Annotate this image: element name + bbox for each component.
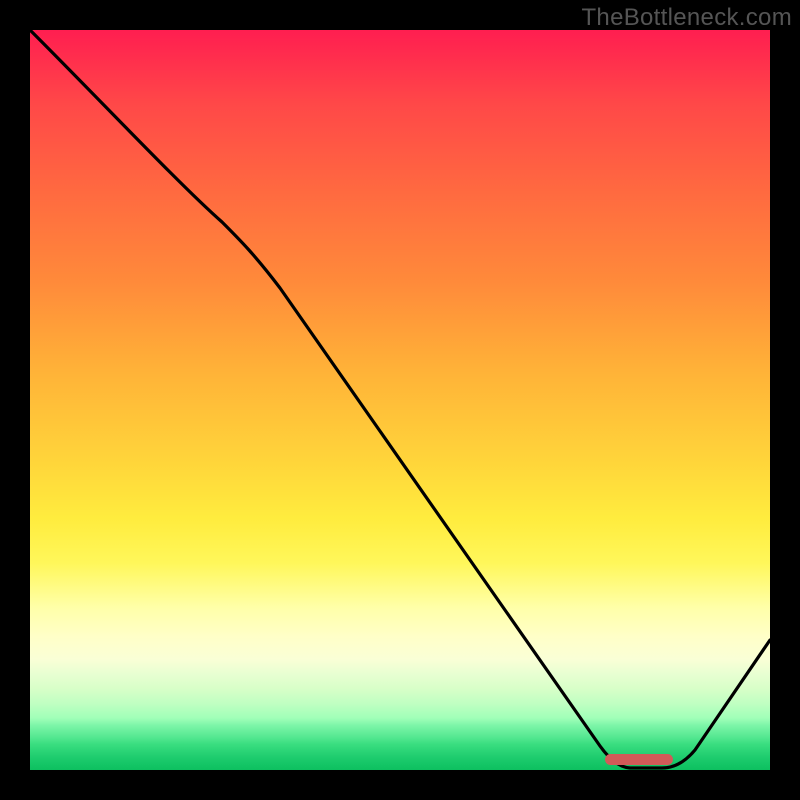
chart-container: TheBottleneck.com [0, 0, 800, 800]
watermark-text: TheBottleneck.com [581, 4, 792, 32]
optimal-range-marker [605, 754, 673, 765]
bottleneck-curve [30, 30, 770, 768]
line-chart-svg [30, 30, 770, 770]
plot-area [30, 30, 770, 770]
